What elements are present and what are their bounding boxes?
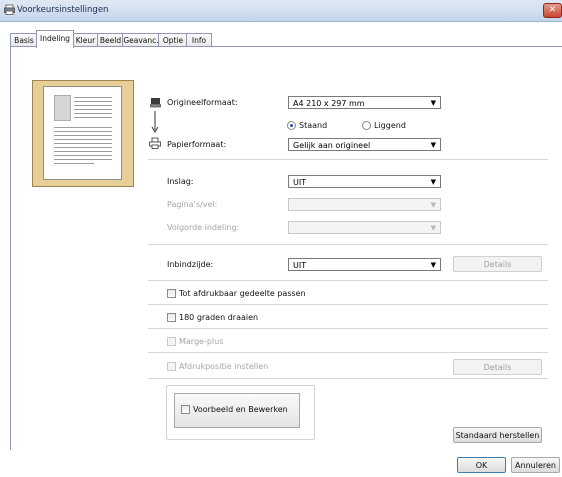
paper-size-select[interactable]: Gelijk aan origineel ▼ [288, 138, 441, 151]
window-title: Voorkeursinstellingen [17, 5, 109, 15]
original-size-select[interactable]: A4 210 x 297 mm ▼ [288, 96, 441, 109]
rotate-180-label: 180 graden draaien [179, 313, 259, 322]
page-order-label: Volgorde indeling: [167, 223, 240, 232]
tab-basis[interactable]: Basis [10, 33, 38, 47]
paper-size-value: Gelijk aan origineel [293, 141, 371, 150]
preview-edit-checkbox[interactable] [181, 405, 190, 414]
imposition-value: UIT [293, 178, 307, 187]
original-size-value: A4 210 x 297 mm [293, 99, 365, 108]
chevron-down-icon: ▼ [430, 261, 436, 269]
divider [148, 159, 548, 160]
divider [148, 304, 548, 305]
close-icon: ✕ [548, 5, 557, 15]
pages-per-sheet-select: ▼ [288, 198, 441, 211]
tab-info[interactable]: Info [186, 33, 212, 47]
divider [148, 280, 548, 281]
binding-details-button[interactable]: Details [453, 256, 542, 272]
chevron-down-icon: ▼ [430, 224, 436, 232]
margin-plus-label: Marge-plus [179, 337, 224, 346]
binding-side-value: UIT [293, 261, 307, 270]
divider [148, 244, 548, 245]
cancel-button[interactable]: Annuleren [511, 457, 560, 473]
print-position-checkbox [167, 362, 176, 371]
ok-button[interactable]: OK [457, 457, 506, 473]
rotate-180-checkbox[interactable] [167, 313, 176, 322]
printer-icon [149, 137, 161, 149]
scanner-icon [150, 98, 161, 108]
fit-printable-label: Tot afdrukbaar gedeelte passen [179, 289, 306, 298]
divider [148, 352, 548, 353]
tab-geavanceerd[interactable]: Geavanc. [122, 33, 160, 47]
divider [148, 328, 548, 329]
chevron-down-icon: ▼ [430, 178, 436, 186]
fit-printable-checkbox[interactable] [167, 289, 176, 298]
imposition-select[interactable]: UIT ▼ [288, 175, 441, 188]
tab-beeld[interactable]: Beeld [97, 33, 124, 47]
chevron-down-icon: ▼ [430, 141, 436, 149]
divider [148, 378, 548, 379]
orientation-portrait-label: Staand [299, 121, 328, 130]
chevron-down-icon: ▼ [430, 201, 436, 209]
close-button[interactable]: ✕ [543, 3, 562, 18]
chevron-down-icon: ▼ [430, 99, 436, 107]
paper-size-label: Papierformaat: [167, 140, 227, 149]
page-order-select: ▼ [288, 221, 441, 234]
print-position-details-button[interactable]: Details [453, 359, 542, 375]
printer-app-icon [4, 4, 15, 15]
preview-image-block [54, 95, 71, 121]
margin-plus-checkbox [167, 337, 176, 346]
tab-optie[interactable]: Optie [158, 33, 188, 47]
orientation-landscape-label: Liggend [374, 121, 406, 130]
tab-indeling[interactable]: Indeling [36, 30, 74, 48]
tab-kleur[interactable]: Kleur [72, 33, 99, 47]
binding-side-label: Inbindzijde: [167, 260, 214, 269]
orientation-landscape-radio[interactable] [362, 121, 371, 130]
binding-side-select[interactable]: UIT ▼ [288, 258, 441, 271]
preview-edit-label: Voorbeeld en Bewerken [193, 405, 288, 414]
print-position-label: Afdrukpositie instellen [179, 362, 269, 371]
pages-per-sheet-label: Pagina's/vel: [167, 200, 218, 209]
layout-preview-page [43, 86, 122, 180]
restore-defaults-button[interactable]: Standaard herstellen [453, 427, 542, 443]
arrow-down-icon [151, 111, 159, 133]
imposition-label: Inslag: [167, 177, 194, 186]
original-size-label: Origineelformaat: [167, 98, 238, 107]
orientation-portrait-radio[interactable] [287, 121, 296, 130]
